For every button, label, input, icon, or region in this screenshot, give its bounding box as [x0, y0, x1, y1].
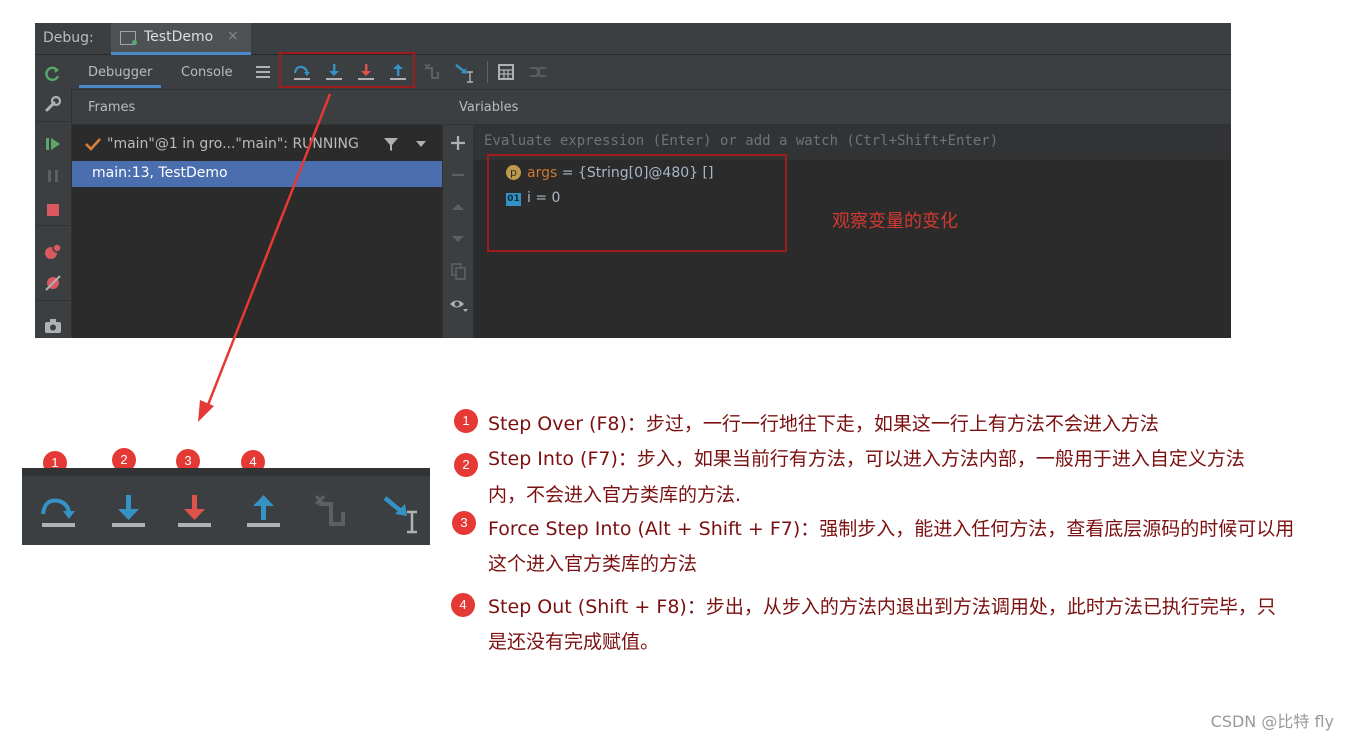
- settings-wrench-icon[interactable]: [44, 95, 62, 113]
- debug-label: Debug:: [43, 30, 94, 46]
- camera-icon[interactable]: [44, 317, 62, 335]
- rerun-icon[interactable]: [44, 65, 62, 83]
- explanation-force-step-into: Force Step Into (Alt + Shift + F7)：强制步入，…: [488, 518, 1295, 540]
- active-tab-indicator: [79, 85, 161, 88]
- variables-header: Variables: [443, 90, 1231, 125]
- check-icon: [85, 138, 101, 151]
- badge-1: 1: [454, 409, 478, 433]
- tab-console[interactable]: Console: [181, 65, 233, 80]
- layout-menu-icon[interactable]: [254, 63, 272, 81]
- variables-title: Variables: [459, 100, 519, 115]
- force-step-into-icon[interactable]: [175, 492, 215, 532]
- explanation-force-step-into-cont: 这个进入官方类库的方法: [488, 553, 698, 575]
- explanation-step-out: Step Out (Shift + F8)：步出，从步入的方法内退出到方法调用处…: [488, 596, 1276, 618]
- tab-testdemo[interactable]: TestDemo ×: [111, 23, 251, 55]
- explanation-step-into: Step Into (F7)：步入，如果当前行有方法，可以进入方法内部，一般用于…: [488, 448, 1245, 470]
- step-buttons-highlight: [279, 52, 415, 88]
- run-to-cursor-icon[interactable]: [382, 494, 426, 538]
- evaluate-placeholder: Evaluate expression (Enter) or add a wat…: [484, 133, 999, 149]
- pointer-arrow: [198, 93, 332, 422]
- add-watch-icon[interactable]: [449, 134, 467, 152]
- debugger-toolbar: Debugger Console: [71, 55, 1231, 90]
- resume-icon[interactable]: [44, 135, 62, 153]
- badge-3: 3: [452, 511, 476, 535]
- run-tab-label: TestDemo: [144, 29, 214, 45]
- step-out-icon[interactable]: [244, 492, 284, 532]
- explanation-step-into-cont: 内，不会进入官方类库的方法.: [488, 484, 742, 506]
- debug-title-bar: Debug: TestDemo ×: [35, 23, 1231, 55]
- evaluate-expression-icon[interactable]: [496, 62, 516, 82]
- watermark: CSDN @比特 fly: [1210, 712, 1334, 731]
- step-over-icon[interactable]: [39, 492, 79, 532]
- debug-actions-strip: [35, 55, 72, 338]
- close-icon[interactable]: ×: [227, 28, 239, 44]
- badge-2: 2: [454, 453, 478, 477]
- explanation-step-over: Step Over (F8)：步过，一行一行地往下走，如果这一行上有方法不会进入…: [488, 413, 1159, 435]
- move-up-icon[interactable]: [449, 198, 467, 216]
- tab-debugger[interactable]: Debugger: [88, 65, 152, 80]
- step-into-icon[interactable]: [109, 492, 149, 532]
- stop-icon[interactable]: [44, 201, 62, 219]
- variables-highlight: [487, 154, 787, 252]
- chevron-down-icon[interactable]: [415, 139, 427, 149]
- variables-actions-strip: [443, 125, 474, 338]
- variables-note: 观察变量的变化: [832, 211, 958, 232]
- explanation-step-out-cont: 是还没有完成赋值。: [488, 631, 660, 653]
- badge-4: 4: [451, 593, 475, 617]
- show-watches-icon[interactable]: [449, 296, 469, 314]
- filter-icon[interactable]: [382, 135, 400, 153]
- remove-watch-icon[interactable]: [449, 166, 467, 184]
- pause-icon[interactable]: [44, 167, 62, 185]
- mute-breakpoints-icon[interactable]: [44, 274, 62, 292]
- running-dot-icon: [132, 40, 137, 45]
- frames-title: Frames: [88, 100, 136, 115]
- copy-icon[interactable]: [449, 262, 467, 280]
- drop-frame-icon[interactable]: [312, 494, 352, 534]
- run-to-cursor-icon[interactable]: [454, 62, 476, 84]
- drop-frame-icon[interactable]: [422, 62, 442, 82]
- step-toolbar-enlarged: [22, 468, 430, 545]
- view-breakpoints-icon[interactable]: [44, 242, 62, 260]
- trace-stream-icon[interactable]: [528, 62, 548, 82]
- move-down-icon[interactable]: [449, 230, 467, 248]
